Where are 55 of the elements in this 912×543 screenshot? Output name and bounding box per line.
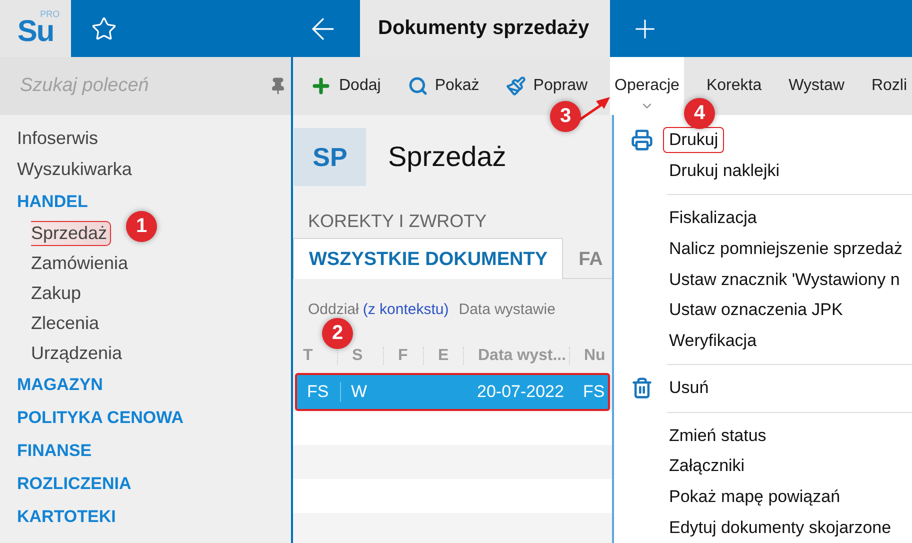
toolbar-button[interactable]: Operacje bbox=[610, 57, 684, 115]
star-icon[interactable] bbox=[91, 16, 117, 42]
menu-item[interactable]: Załączniki bbox=[663, 453, 751, 480]
nav-item[interactable]: Zakup bbox=[31, 280, 86, 306]
pro-label: PRO bbox=[40, 8, 60, 18]
menu-item[interactable]: Nalicz pomniejszenie sprzedaż bbox=[663, 236, 908, 262]
search-input[interactable]: Szukaj poleceń bbox=[18, 74, 269, 98]
menu-item[interactable]: Weryfikacja bbox=[663, 328, 763, 354]
nav-item[interactable]: Zlecenia bbox=[31, 310, 104, 336]
table-cell: FS bbox=[307, 382, 329, 401]
section-title: KOREKTY I ZWROTY bbox=[308, 211, 488, 232]
toolbar-button[interactable]: Rozli bbox=[866, 75, 912, 97]
document-tab[interactable]: Dokumenty sprzedaży bbox=[360, 0, 610, 57]
page-title: Sprzedaż bbox=[388, 141, 506, 173]
brush-icon bbox=[506, 76, 526, 96]
filter-label: Data wystawie bbox=[458, 301, 556, 318]
toolbar-button[interactable]: Popraw bbox=[501, 75, 593, 97]
table-cell: 20-07-2022 bbox=[477, 382, 564, 401]
nav-section[interactable]: ROZLICZENIA bbox=[17, 474, 132, 494]
pin-icon[interactable] bbox=[269, 77, 287, 95]
nav-section[interactable]: FINANSE bbox=[17, 440, 92, 460]
module-badge: SP bbox=[294, 128, 366, 186]
menu-item[interactable]: Usuń bbox=[663, 375, 715, 402]
menu-item[interactable]: Ustaw znacznik 'Wystawiony n bbox=[663, 266, 906, 293]
nav-section[interactable]: MAGAZYN bbox=[17, 374, 103, 394]
document-tab[interactable]: WSZYSTKIE DOKUMENTY bbox=[293, 238, 563, 279]
filter-label: Oddział bbox=[308, 301, 359, 318]
search-field[interactable]: Szukaj poleceń bbox=[0, 57, 291, 115]
toolbar-button[interactable]: Dodaj bbox=[305, 75, 386, 97]
menu-item[interactable]: Pokaż mapę powiązań bbox=[663, 484, 846, 510]
nav-item[interactable]: Sprzedaż bbox=[31, 220, 112, 246]
toolbar-button[interactable]: Korekta bbox=[701, 75, 767, 97]
nav-item[interactable]: Zamówienia bbox=[31, 250, 132, 276]
step-badge: 3 bbox=[550, 101, 581, 132]
filter-link[interactable]: (z kontekstu) bbox=[362, 301, 449, 318]
menu-item[interactable]: Drukuj naklejki bbox=[663, 158, 786, 184]
nav-link[interactable]: Infoserwis bbox=[17, 128, 98, 149]
table-cell: FS bbox=[583, 382, 605, 401]
nav-section[interactable]: KARTOTEKI bbox=[17, 506, 116, 526]
search-icon bbox=[408, 76, 428, 96]
toolbar-button[interactable]: Pokaż bbox=[402, 75, 484, 97]
trash-icon bbox=[630, 377, 652, 400]
menu-item[interactable]: Ustaw oznaczenia JPK bbox=[663, 297, 849, 324]
nav-section[interactable]: HANDEL bbox=[17, 192, 88, 212]
step-badge: 2 bbox=[322, 318, 353, 349]
toolbar-button[interactable]: Wystaw bbox=[784, 75, 850, 97]
printer-icon bbox=[630, 129, 652, 152]
menu-item[interactable]: Fiskalizacja bbox=[663, 205, 763, 232]
menu-item[interactable]: Edytuj dokumenty skojarzone bbox=[663, 514, 898, 541]
nav-item[interactable]: Urządzenia bbox=[31, 340, 126, 366]
nav-section[interactable]: POLITYKA CENOWA bbox=[17, 408, 184, 428]
table-cell: W bbox=[351, 382, 368, 401]
plus-icon bbox=[310, 75, 332, 97]
nav-link[interactable]: Wyszukiwarka bbox=[17, 159, 132, 180]
menu-item[interactable]: Zmień status bbox=[663, 422, 772, 449]
